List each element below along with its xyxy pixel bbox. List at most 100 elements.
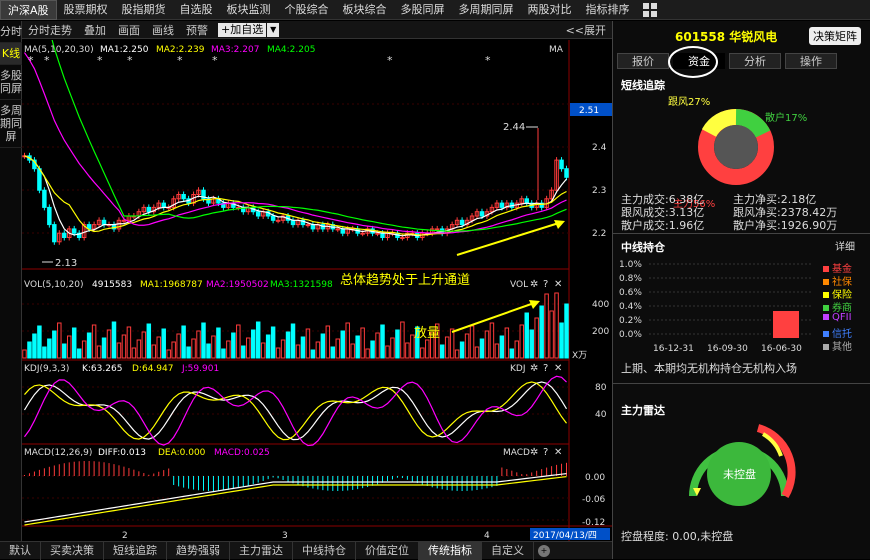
bottom-tab-6[interactable]: 价值定位 xyxy=(356,541,419,560)
event-star-icon[interactable]: * xyxy=(97,54,103,67)
bottom-tab-7[interactable]: 传统指标 xyxy=(419,541,482,560)
top-tab-10[interactable]: 指标排序 xyxy=(579,0,637,20)
volume-bar xyxy=(255,321,261,359)
mid-hold-note: 上期、本期均无机构持仓无机构入场 xyxy=(621,362,797,375)
toolbar-item-overlay[interactable]: 叠加 xyxy=(78,22,112,38)
low-price-label: 2.13 xyxy=(55,258,77,269)
event-star-icon[interactable]: * xyxy=(28,54,34,67)
left-view-2[interactable]: 多股同屏 xyxy=(0,65,22,100)
bottom-tab-4[interactable]: 主力雷达 xyxy=(230,541,293,560)
volume-bar xyxy=(37,325,42,359)
volume-bar xyxy=(459,341,465,359)
decision-matrix-button[interactable]: 决策矩阵 xyxy=(809,27,861,45)
top-tab-0[interactable]: 沪深A股 xyxy=(0,0,57,20)
grid-menu-icon[interactable] xyxy=(642,2,657,17)
macd-y-tick-3: -0.12 xyxy=(582,518,605,528)
toolbar-item-timeshare[interactable]: 分时走势 xyxy=(22,22,78,38)
event-star-icon[interactable]: * xyxy=(127,54,133,67)
candle-body xyxy=(275,219,281,222)
toolbar-item-draw-line[interactable]: 画线 xyxy=(146,22,180,38)
candle-body xyxy=(375,232,380,235)
volume-bar xyxy=(76,348,82,359)
top-tab-3[interactable]: 自选股 xyxy=(173,0,220,20)
macd-gear-icon[interactable]: ✲ xyxy=(530,447,538,458)
volume-bar xyxy=(300,336,306,359)
event-star-icon[interactable]: * xyxy=(485,54,491,67)
add-tab-icon[interactable]: + xyxy=(538,544,550,557)
top-tab-bar: 沪深A股 股票期权 股指期货 自选股 板块监测 个股综合 板块综合 多股同屏 多周期同屏 两股对比… xyxy=(0,0,870,20)
volume-bar xyxy=(32,333,37,359)
hold-y-tick-1: 1.0% xyxy=(619,260,642,270)
toolbar-item-alert[interactable]: 预警 xyxy=(180,22,214,38)
volume-bar xyxy=(216,327,221,359)
candle-body xyxy=(340,228,345,234)
kdj-gear-icon[interactable]: ✲ xyxy=(530,363,538,374)
volume-bar xyxy=(146,323,152,359)
volume-bar xyxy=(529,329,534,359)
macd-close-icon[interactable]: ✕ xyxy=(554,447,562,458)
hold-bar xyxy=(773,311,799,338)
expand-button[interactable]: <<展开 xyxy=(560,22,612,38)
top-tab-1[interactable]: 股票期权 xyxy=(57,0,115,20)
top-tab-2[interactable]: 股指期货 xyxy=(115,0,173,20)
event-star-icon[interactable]: * xyxy=(177,54,183,67)
kline-chart-area[interactable]: * * * * * * * * MA(5,10,20,30) MA1:2.250 MA2:2.… xyxy=(22,40,612,541)
y-tick-2: 2.4 xyxy=(592,143,607,153)
top-tab-6[interactable]: 板块综合 xyxy=(336,0,394,20)
event-star-icon[interactable]: * xyxy=(44,54,50,67)
close-icon[interactable]: ✕ xyxy=(554,279,562,290)
volume-bar xyxy=(52,330,57,359)
volume-bar xyxy=(270,326,276,359)
y-tick-3: 2.3 xyxy=(592,186,606,196)
volume-bar xyxy=(161,328,166,359)
volume-bar xyxy=(62,343,67,359)
bottom-tab-bar: 默认 买卖决策 短线追踪 趋势强弱 主力雷达 中线持仓 价值定位 传统指标 自定义 + xyxy=(0,541,612,560)
vol-unit: X万 xyxy=(572,351,587,361)
candle-body xyxy=(499,202,505,208)
retail-net-buy: 散户净买:1926.90万 xyxy=(733,219,838,232)
candle-body xyxy=(71,228,77,234)
candle-body xyxy=(564,168,569,178)
bottom-tab-8[interactable]: 自定义 xyxy=(482,541,534,560)
vol-y-tick-1: 400 xyxy=(592,300,609,310)
add-watchlist-button[interactable]: +加自选 xyxy=(218,22,267,37)
stock-header: 601558 华锐风电 决策矩阵 xyxy=(613,21,870,49)
toolbar-item-canvas[interactable]: 画面 xyxy=(112,22,146,38)
ma4-value: MA4:2.205 xyxy=(267,45,315,55)
bottom-tab-3[interactable]: 趋势强弱 xyxy=(167,541,230,560)
help-icon[interactable]: ? xyxy=(543,279,548,290)
left-view-1[interactable]: K线 xyxy=(0,43,22,65)
top-tab-7[interactable]: 多股同屏 xyxy=(394,0,452,20)
bottom-tab-0[interactable]: 默认 xyxy=(0,541,41,560)
top-tab-4[interactable]: 板块监测 xyxy=(220,0,278,20)
volume-bar xyxy=(101,337,107,359)
volume-bar xyxy=(380,324,385,359)
top-tab-9[interactable]: 两股对比 xyxy=(521,0,579,20)
kdj-y-tick-2: 40 xyxy=(595,410,607,420)
ma-legend-label: MA(5,10,20,30) xyxy=(24,45,94,55)
volume-bar xyxy=(539,305,544,359)
bottom-tab-1[interactable]: 买卖决策 xyxy=(41,541,104,560)
kdj-close-icon[interactable]: ✕ xyxy=(554,363,562,374)
tab-operation[interactable]: 操作 xyxy=(785,53,837,69)
volume-bar xyxy=(509,348,515,359)
tab-quote[interactable]: 报价 xyxy=(617,53,669,69)
top-tab-8[interactable]: 多周期同屏 xyxy=(452,0,521,20)
left-view-3[interactable]: 多周期同屏 xyxy=(0,100,22,148)
chevron-down-icon[interactable]: ▼ xyxy=(267,22,280,37)
stock-title: 601558 华锐风电 xyxy=(675,30,778,44)
radar-footer: 控盘程度: 0.00,未控盘 xyxy=(621,530,734,543)
kdj-help-icon[interactable]: ? xyxy=(543,363,548,374)
bottom-tab-2[interactable]: 短线追踪 xyxy=(104,541,167,560)
tab-analysis[interactable]: 分析 xyxy=(729,53,781,69)
candle-body xyxy=(559,159,564,170)
bottom-tab-5[interactable]: 中线持仓 xyxy=(293,541,356,560)
macd-help-icon[interactable]: ? xyxy=(543,447,548,458)
event-star-icon[interactable]: * xyxy=(387,54,393,67)
candle-body xyxy=(181,194,186,200)
left-view-0[interactable]: 分时 xyxy=(0,21,22,43)
radar-gauge: 未控盘 xyxy=(689,424,796,506)
top-tab-5[interactable]: 个股综合 xyxy=(278,0,336,20)
event-star-icon[interactable]: * xyxy=(212,54,218,67)
gear-icon[interactable]: ✲ xyxy=(530,279,538,290)
